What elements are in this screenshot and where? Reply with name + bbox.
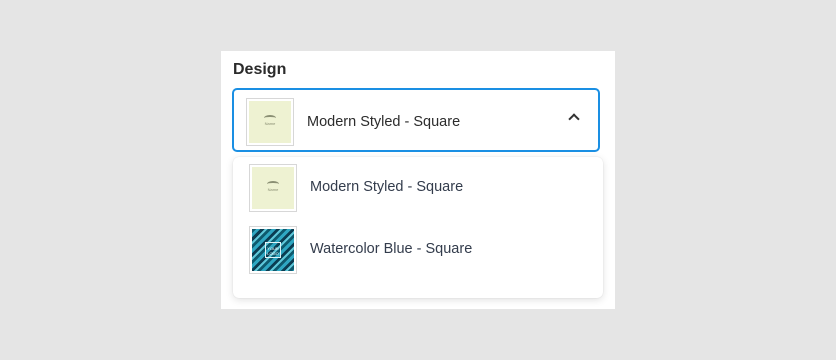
your-logo-box: YOUR LOGO bbox=[265, 242, 281, 258]
option-thumbnail-watercolor: YOUR LOGO bbox=[249, 226, 297, 274]
selected-design-label: Modern Styled - Square bbox=[307, 114, 461, 130]
option-label: Watercolor Blue - Square bbox=[310, 241, 473, 257]
selected-design-thumbnail: Name bbox=[246, 98, 294, 146]
option-watercolor-blue-square[interactable]: YOUR LOGO Watercolor Blue - Square bbox=[233, 219, 603, 281]
option-modern-styled-square[interactable]: Name Modern Styled - Square bbox=[233, 157, 603, 219]
option-label: Modern Styled - Square bbox=[310, 179, 464, 195]
design-field-card: Design Name Modern Styled - Square Name … bbox=[221, 51, 615, 309]
modern-thumbnail-text: Name bbox=[267, 187, 279, 192]
design-dropdown-menu: Name Modern Styled - Square YOUR LOGO Wa… bbox=[233, 157, 603, 298]
chevron-up-icon[interactable] bbox=[568, 113, 580, 125]
option-thumbnail-modern: Name bbox=[249, 164, 297, 212]
modern-thumbnail-text: Name bbox=[264, 121, 276, 126]
design-select[interactable]: Name Modern Styled - Square bbox=[232, 88, 600, 152]
design-field-label: Design bbox=[233, 61, 287, 78]
